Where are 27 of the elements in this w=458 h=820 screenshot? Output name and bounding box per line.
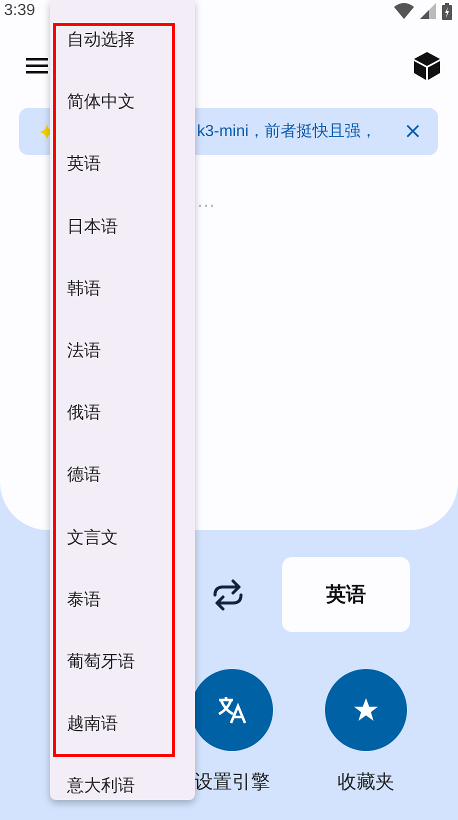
menu-item[interactable]: 法语 — [67, 340, 101, 362]
action-label: 收藏夹 — [338, 770, 394, 795]
menu-item[interactable]: 意大利语 — [67, 775, 135, 798]
menu-item[interactable]: 韩语 — [67, 278, 101, 300]
signal-icon — [420, 3, 436, 19]
action-label: 设置引擎 — [194, 770, 270, 795]
star-icon — [353, 697, 379, 723]
menu-item[interactable]: 德语 — [67, 464, 101, 486]
menu-item[interactable]: 自动选择 — [67, 29, 135, 51]
menu-item[interactable]: 文言文 — [67, 526, 118, 548]
menu-item[interactable]: 英语 — [67, 153, 101, 176]
cube-icon[interactable] — [414, 52, 440, 80]
menu-item[interactable]: 俄语 — [67, 402, 101, 424]
menu-item[interactable]: 葡萄牙语 — [67, 650, 135, 673]
notice-text: k3-mini，前者挺快且强， — [197, 122, 378, 142]
target-language-button[interactable]: 英语 — [282, 557, 410, 632]
menu-item[interactable]: 简体中文 — [67, 91, 135, 114]
battery-icon — [442, 2, 452, 20]
menu-item[interactable]: 泰语 — [67, 588, 101, 611]
menu-icon[interactable] — [26, 58, 48, 74]
status-time: 3:39 — [4, 2, 36, 20]
menu-item[interactable]: 越南语 — [67, 713, 118, 736]
menu-item[interactable]: 日本语 — [67, 216, 118, 238]
close-button[interactable]: × — [402, 119, 424, 144]
translate-icon — [217, 696, 247, 724]
swap-icon[interactable] — [211, 578, 245, 610]
wifi-icon — [394, 3, 414, 19]
